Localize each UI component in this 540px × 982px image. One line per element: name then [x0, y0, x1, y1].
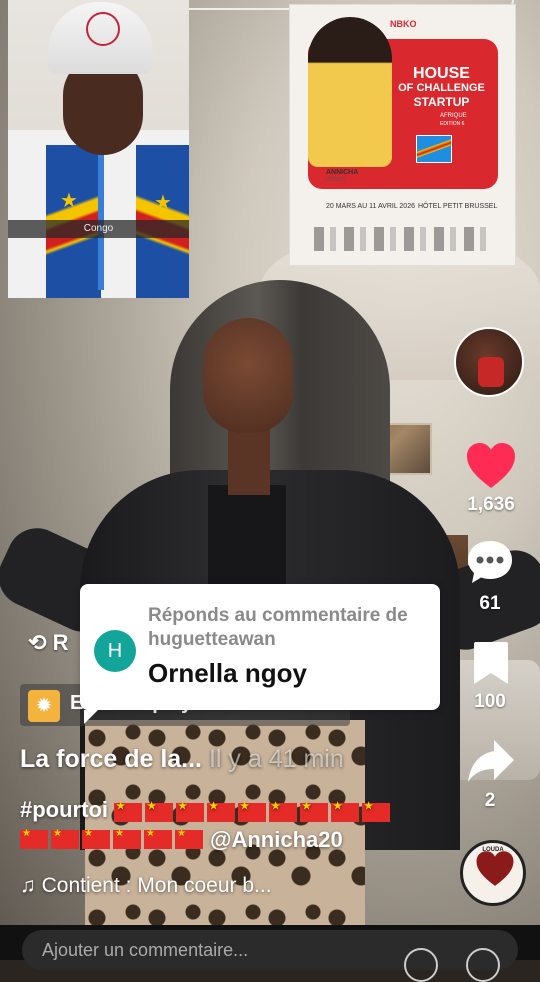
star-icon: ★ [154, 192, 172, 214]
music-line[interactable]: ♫ Contient : Mon coeur b... [20, 874, 272, 898]
comment-icon[interactable] [466, 539, 514, 585]
comment-count: 61 [479, 593, 501, 614]
avatar-image [478, 357, 504, 387]
china-flags [114, 798, 393, 824]
person-neck [228, 425, 270, 495]
share-count: 2 [484, 790, 496, 811]
effect-sparkle-icon: ✹ [28, 690, 60, 722]
emoji-icon[interactable] [466, 948, 500, 982]
post-title[interactable]: La force de la... Il y a 41 min [20, 745, 344, 774]
poster-title: HOUSE OF CHALLENGE STARTUP [398, 65, 485, 110]
like-heart-icon[interactable] [465, 440, 517, 492]
poster-candidate-name: ANNICHA [326, 169, 359, 176]
at-mention-icon[interactable] [404, 948, 438, 982]
reply-label: Réponds au commentaire de huguetteawan [148, 605, 408, 650]
poster-edition: EDITION 6 [440, 121, 465, 127]
like-count: 1,636 [467, 494, 515, 515]
commenter-avatar: H [94, 630, 136, 672]
reply-to-comment-card[interactable]: H Réponds au commentaire de huguetteawan… [80, 584, 440, 724]
overlay-photo-left: ★ ★ Congo [8, 0, 189, 298]
poster-candidate-country: CONGO [326, 177, 345, 183]
bookmark-icon[interactable] [472, 640, 510, 686]
bookmark-count: 100 [474, 691, 506, 712]
disc-label: LOUDA [482, 847, 504, 853]
mention-link[interactable]: @Annicha20 [210, 827, 343, 853]
creator-avatar[interactable] [454, 327, 524, 397]
share-arrow-icon[interactable] [466, 738, 516, 784]
cap-logo-icon [86, 12, 120, 46]
poster-portrait [308, 17, 392, 167]
photo-caption: Congo [8, 220, 189, 238]
poster-subtitle: AFRIQUE [440, 113, 467, 119]
overlay-poster: NBKO HOUSE OF CHALLENGE STARTUP AFRIQUE … [289, 4, 516, 266]
music-note-icon: ♫ [20, 874, 36, 897]
star-icon: ★ [60, 190, 78, 212]
replied-user-name: Ornella ngoy [148, 658, 307, 688]
person-face [203, 318, 293, 433]
poster-dates: 20 MARS AU 11 AVRIL 2026 [326, 203, 415, 210]
congo-flag-icon [416, 135, 452, 163]
repost-icon: ⟲ [28, 630, 47, 655]
music-disc[interactable]: LOUDA [460, 840, 526, 906]
poster-location: HÔTEL PETIT BRUSSEL [418, 203, 498, 210]
disc-heart-icon [476, 851, 514, 886]
repost-label[interactable]: ⟲ R [28, 630, 68, 656]
comment-input[interactable]: Ajouter un commentaire... [22, 930, 518, 970]
china-flags-row2 [20, 828, 206, 849]
hashtag-row[interactable]: #pourtoi [20, 797, 393, 824]
post-time: Il y a 41 min [208, 745, 344, 773]
poster-brand: NBKO [390, 19, 417, 29]
sponsor-logos [314, 227, 494, 251]
hashtag[interactable]: #pourtoi [20, 797, 108, 822]
